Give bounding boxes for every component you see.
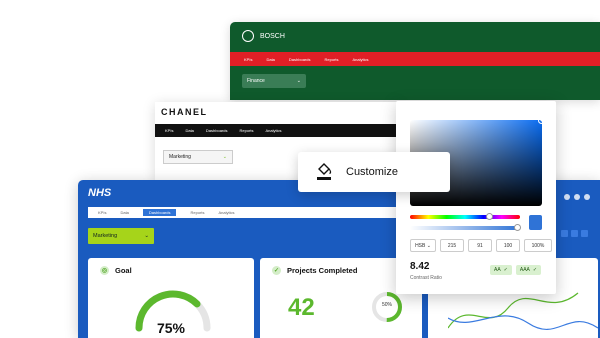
bosch-nav-dashboards[interactable]: Dashboards [289,57,311,62]
control-dot-icon[interactable] [584,194,590,200]
projects-card-title: ✓ Projects Completed [272,266,357,275]
control-dot-icon[interactable] [564,194,570,200]
goal-card: ◎ Goal 75% [88,258,254,338]
chanel-nav-dashboards[interactable]: Dashboards [206,128,228,133]
paint-bucket-icon [317,163,332,180]
opacity-slider[interactable] [410,224,521,231]
hue-slider[interactable] [410,213,520,220]
target-icon: ◎ [100,266,109,275]
goal-card-title: ◎ Goal [100,266,132,275]
check-icon: ✓ [503,267,508,273]
nhs-department-select[interactable]: Marketing ⌄ [88,228,154,244]
trend-lines [448,292,598,330]
color-picker-panel: HSB ⌄ 215 91 100 100% 8.42 Contrast Rati… [396,101,556,294]
chevron-down-icon: ⌄ [222,154,227,160]
nhs-tab-analytics[interactable]: Analytics [219,210,235,215]
bosch-brand: BOSCH [242,30,285,42]
aa-badge-text: AA [494,267,501,273]
hue-field[interactable]: 215 [440,239,464,252]
bosch-nav-kpis[interactable]: KPIs [244,57,252,62]
chanel-nav-analytics[interactable]: Analytics [266,128,282,133]
projects-value: 42 [288,294,315,321]
chanel-nav-data[interactable]: Data [185,128,193,133]
aaa-badge: AAA ✓ [515,265,542,275]
contrast-ratio-value: 8.42 [410,261,430,272]
bosch-nav-analytics[interactable]: Analytics [353,57,369,62]
bosch-brand-text: BOSCH [260,32,285,40]
bosch-nav-reports[interactable]: Reports [324,57,338,62]
chanel-nav-kpis[interactable]: KPIs [165,128,173,133]
nhs-tab-kpis[interactable]: KPIs [98,210,106,215]
view-toggle-icon[interactable] [571,230,578,237]
nhs-view-buttons [561,230,588,237]
goal-value: 75% [156,320,186,336]
ring-label: 50% [381,302,392,308]
check-icon: ✓ [272,266,281,275]
bosch-department-select[interactable]: Finance ⌄ [242,74,306,88]
nhs-tab-reports[interactable]: Reports [190,210,204,215]
color-value-fields: HSB ⌄ 215 91 100 100% [410,239,552,252]
opacity-thumb[interactable] [514,224,521,231]
color-knob[interactable] [538,117,545,124]
bosch-nav: KPIs Data Dashboards Reports Analytics [230,52,600,66]
trend-line-blue [448,315,598,330]
nhs-tabs: KPIs Data Dashboards Reports Analytics [88,207,418,218]
nhs-window-controls [564,194,590,200]
saturation-field[interactable]: 91 [468,239,492,252]
projects-title-text: Projects Completed [287,266,358,275]
nhs-tab-data[interactable]: Data [120,210,128,215]
chanel-select-value: Marketing [169,154,191,160]
chanel-nav-reports[interactable]: Reports [239,128,253,133]
contrast-badges: AA ✓ AAA ✓ [490,265,542,275]
view-toggle-icon[interactable] [561,230,568,237]
hue-thumb[interactable] [486,213,493,220]
bosch-select-value: Finance [247,78,265,84]
nhs-select-value: Marketing [93,233,118,239]
view-toggle-icon[interactable] [581,230,588,237]
bosch-dashboard-window: BOSCH KPIs Data Dashboards Reports Analy… [230,22,600,100]
customize-label: Customize [346,166,398,178]
chanel-brand: CHANEL [161,107,208,117]
check-icon: ✓ [532,267,538,273]
contrast-ratio-label: Contrast Ratio [410,275,442,281]
chanel-department-select[interactable]: Marketing ⌄ [163,150,233,164]
chevron-down-icon: ⌄ [296,78,301,84]
color-mode-select[interactable]: HSB ⌄ [410,239,436,252]
nhs-brand: NHS [88,187,112,199]
opacity-field[interactable]: 100% [524,239,552,252]
aa-badge: AA ✓ [490,265,512,275]
customize-button[interactable]: Customize [298,152,450,192]
goal-title-text: Goal [115,266,132,275]
chanel-nav: KPIs Data Dashboards Reports Analytics [155,124,400,137]
aaa-badge-text: AAA [519,267,530,273]
brightness-field[interactable]: 100 [496,239,520,252]
current-color-swatch [529,215,542,230]
control-dot-icon[interactable] [574,194,580,200]
nhs-tab-dashboards[interactable]: Dashboards [142,209,177,216]
bosch-nav-data[interactable]: Data [266,57,274,62]
bosch-logo-icon [242,30,254,42]
color-mode-text: HSB [415,242,426,249]
chevron-down-icon: ⌄ [144,233,149,239]
